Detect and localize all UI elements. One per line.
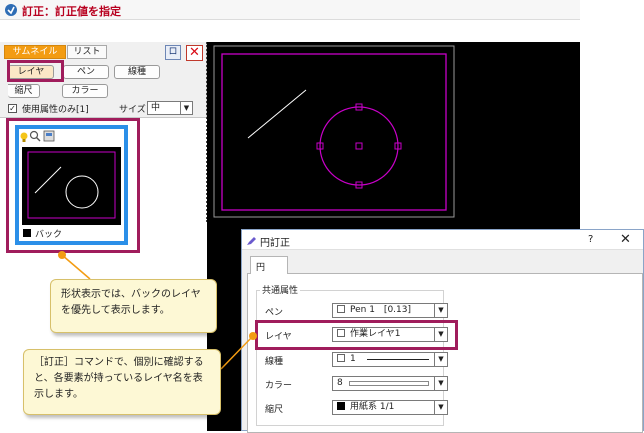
- dialog-callout: ［訂正］コマンドで、個別に確認すると、各要素が持っているレイヤ名を表示します。: [23, 349, 221, 415]
- thumbnail-callout: 形状表示では、バックのレイヤを優先して表示します。: [50, 279, 217, 333]
